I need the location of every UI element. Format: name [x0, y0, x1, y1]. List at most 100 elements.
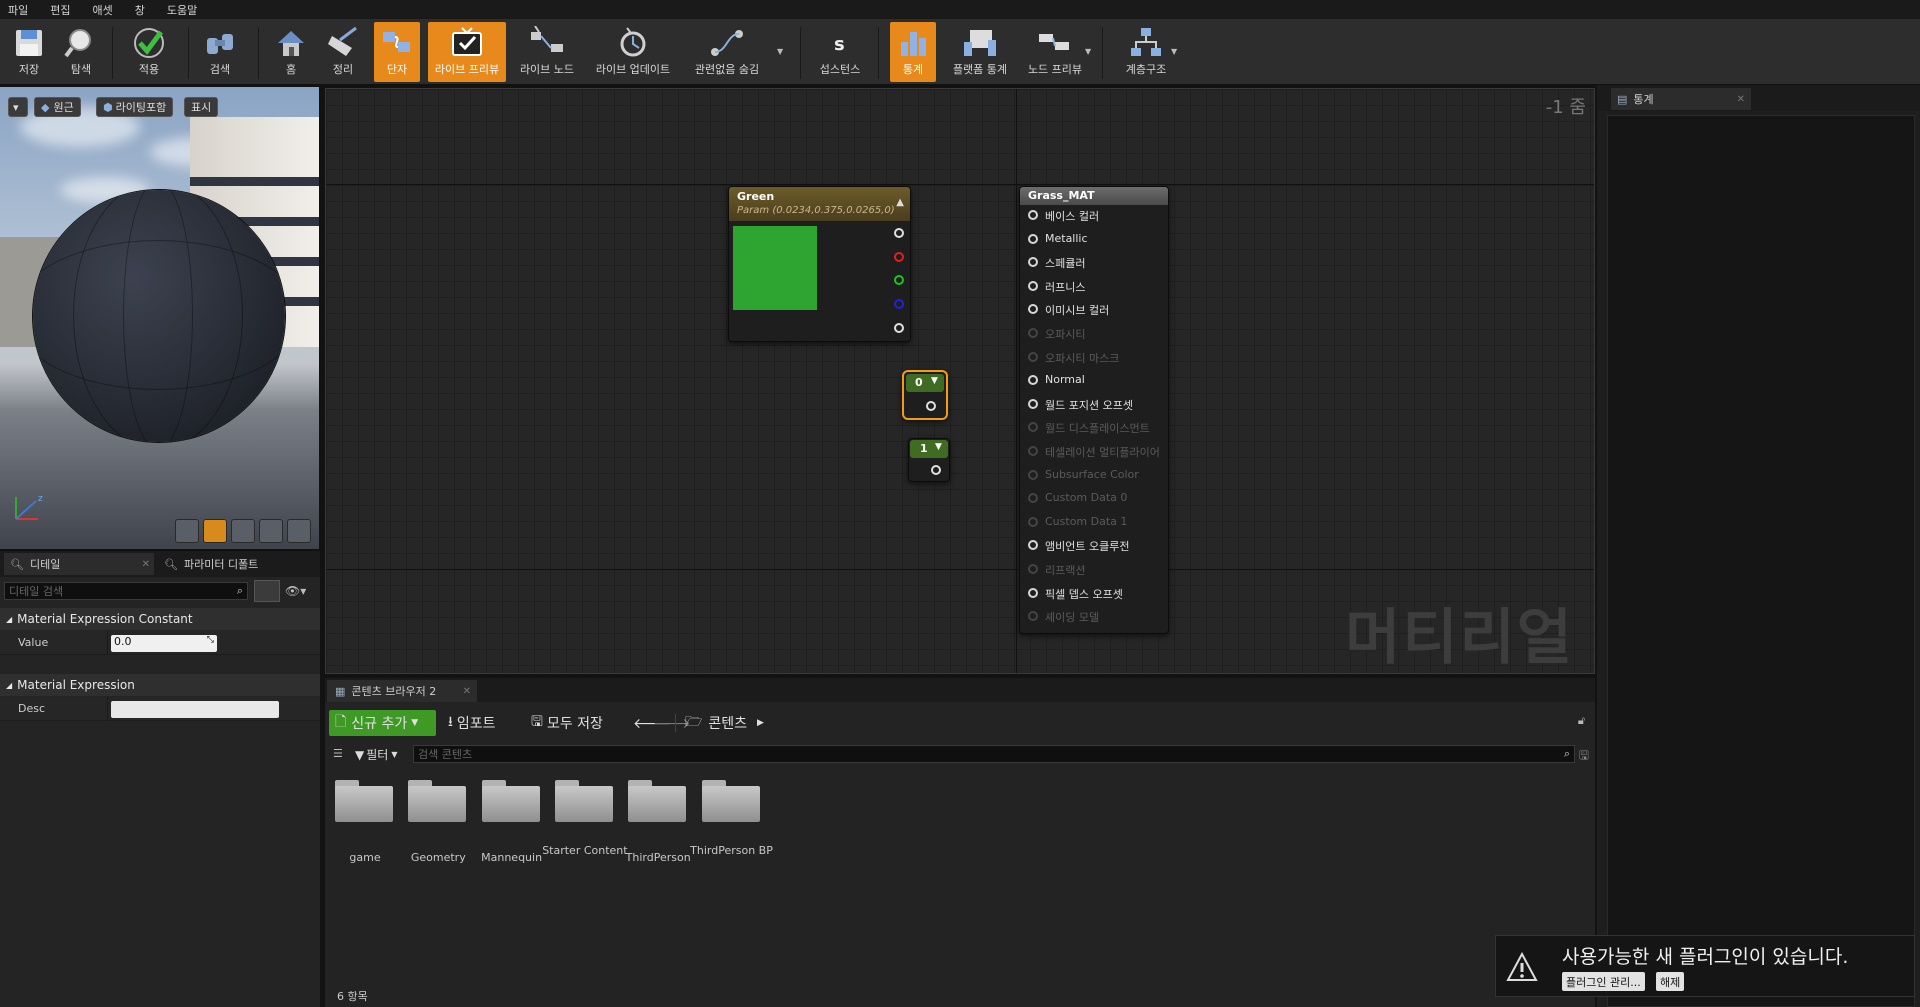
input-pin[interactable]: [1028, 351, 1038, 362]
clean-button[interactable]: 정리: [320, 22, 366, 82]
input-pin[interactable]: [1028, 233, 1038, 244]
live-update-button[interactable]: 라이브 업데이트: [590, 22, 676, 82]
folder-item[interactable]: [408, 780, 468, 824]
viewport-options-button[interactable]: ▾: [8, 97, 28, 117]
grass-mat-result-node[interactable]: Grass_MAT 베이스 컬러 Metallic 스페큘러 러프니스 이미시브 컬러 오…: [1019, 186, 1169, 634]
lock-icon[interactable]: 🔓︎: [1578, 714, 1585, 728]
tab-parameter-defaults[interactable]: 🔍︎ 파라미터 디폴트: [158, 553, 318, 575]
input-pin[interactable]: [1028, 540, 1038, 551]
folder-item[interactable]: [554, 780, 615, 824]
details-search-input[interactable]: 디테일 검색 ⌕: [4, 582, 248, 600]
hierarchy-dropdown-icon[interactable]: ▼: [1171, 47, 1177, 56]
hierarchy-button[interactable]: 계층구조: [1118, 22, 1174, 82]
sources-toggle-icon[interactable]: ☰: [333, 747, 343, 760]
input-pin[interactable]: [1028, 469, 1038, 480]
input-pin[interactable]: [1028, 210, 1038, 220]
dismiss-button[interactable]: 해제: [1656, 972, 1685, 991]
save-search-icon[interactable]: 🖫: [1579, 746, 1589, 767]
more-dropdown-icon[interactable]: ▼: [777, 47, 783, 56]
category-material-expression[interactable]: ◢ Material Expression: [0, 674, 320, 696]
save-all-button[interactable]: 🖫 모두 저장: [531, 710, 603, 736]
collapse-arrow-icon[interactable]: ▼: [931, 376, 938, 386]
output-pin[interactable]: [931, 465, 941, 475]
output-pin[interactable]: [926, 401, 936, 411]
folder-item[interactable]: [335, 780, 395, 824]
save-button[interactable]: 저장: [6, 22, 52, 82]
material-preview-viewport[interactable]: ▾ ◆ 원근 ⬢ 라이팅포함 표시 z: [0, 87, 319, 549]
input-pin[interactable]: [1028, 398, 1038, 409]
home-button[interactable]: 홈: [268, 22, 314, 82]
close-icon[interactable]: ✕: [142, 559, 150, 570]
folder-item[interactable]: [481, 780, 542, 824]
hide-unrelated-button[interactable]: 관련없음 숨김: [686, 22, 768, 82]
drag-arrows-icon: ⤡: [206, 635, 214, 645]
output-pin-a[interactable]: [894, 323, 904, 333]
preview-plane-button[interactable]: [231, 519, 255, 543]
live-nodes-button[interactable]: 라이브 노드: [512, 22, 582, 82]
constant-1-node[interactable]: 1 ▼: [908, 438, 950, 482]
input-pin[interactable]: [1028, 280, 1038, 291]
path-root-button[interactable]: 🗁 콘텐츠 ▶: [685, 710, 764, 736]
value-input[interactable]: 0.0 ⤡: [111, 635, 217, 652]
substance-button[interactable]: s 섭스턴스: [812, 22, 868, 82]
menu-asset[interactable]: 애셋: [93, 2, 113, 18]
input-pin[interactable]: [1028, 257, 1038, 268]
input-pin[interactable]: [1028, 493, 1038, 504]
green-vector-param-node[interactable]: Green Param (0.0234,0.375,0.0265,0) ▲: [728, 186, 911, 342]
eye-icon[interactable]: 👁︎▾: [285, 584, 306, 598]
folder-item[interactable]: [628, 780, 688, 824]
preview-cylinder-button[interactable]: [175, 519, 199, 543]
node-preview-button[interactable]: 노드 프리뷰: [1022, 22, 1088, 82]
tab-details[interactable]: 🔍︎ 디테일 ✕: [4, 553, 154, 575]
material-graph-canvas[interactable]: -1 줌 머티리얼 Green Param (0.0234,0.375,0.02…: [325, 88, 1595, 674]
output-pin-b[interactable]: [894, 299, 904, 309]
input-pin[interactable]: [1028, 611, 1038, 622]
apply-button[interactable]: 적용: [126, 22, 172, 82]
platform-stats-button[interactable]: 플랫폼 통계: [944, 22, 1016, 82]
input-pin[interactable]: [1028, 446, 1038, 456]
output-pin-rgb[interactable]: [894, 228, 904, 238]
category-material-expression-constant[interactable]: ◢ Material Expression Constant: [0, 608, 320, 630]
live-preview-button[interactable]: 라이브 프리뷰: [428, 22, 506, 82]
close-icon[interactable]: ✕: [1737, 94, 1745, 105]
preview-mesh-button[interactable]: [287, 519, 311, 543]
menu-help[interactable]: 도움말: [167, 2, 197, 18]
constant-0-node[interactable]: 0 ▼: [902, 370, 948, 420]
menu-file[interactable]: 파일: [8, 2, 28, 18]
input-pin[interactable]: [1028, 328, 1038, 338]
manage-plugins-button[interactable]: 플러그인 관리...: [1562, 972, 1645, 991]
close-icon[interactable]: ✕: [463, 686, 471, 697]
input-pin[interactable]: [1028, 564, 1038, 574]
menu-edit[interactable]: 편집: [50, 2, 70, 18]
grid-view-icon[interactable]: [254, 580, 280, 602]
desc-input[interactable]: [111, 701, 279, 718]
input-pin[interactable]: [1028, 587, 1038, 598]
add-new-button[interactable]: 🗋 신규 추가 ▼: [329, 710, 436, 736]
search-button[interactable]: 검색: [197, 22, 243, 82]
preview-cube-button[interactable]: [259, 519, 283, 543]
browse-button[interactable]: 탐색: [58, 22, 104, 82]
tab-content-browser[interactable]: ▦ 콘텐츠 브라우저 2 ✕: [327, 680, 477, 702]
input-pin[interactable]: [1028, 422, 1038, 433]
collapse-arrow-icon[interactable]: ▲: [896, 197, 904, 208]
output-pin-g[interactable]: [894, 275, 904, 285]
preview-sphere-button[interactable]: [203, 519, 227, 543]
perspective-button[interactable]: ◆ 원근: [34, 97, 81, 117]
folder-item[interactable]: [701, 780, 762, 824]
content-search-input[interactable]: 검색 콘텐츠 ⌕: [413, 745, 1575, 763]
collapse-arrow-icon[interactable]: ▼: [935, 442, 942, 452]
filter-button[interactable]: ▼ 필터 ▼: [355, 746, 397, 763]
material-input-label: 앰비언트 오클루전: [1045, 540, 1130, 554]
show-button[interactable]: 표시: [184, 97, 219, 117]
menu-window[interactable]: 창: [135, 2, 145, 18]
input-pin[interactable]: [1028, 304, 1038, 315]
import-button[interactable]: ⭳ 임포트: [448, 710, 496, 736]
lit-mode-button[interactable]: ⬢ 라이팅포함: [96, 97, 174, 117]
node-preview-dropdown-icon[interactable]: ▼: [1085, 47, 1091, 56]
stats-button[interactable]: 통계: [890, 22, 936, 82]
connectors-button[interactable]: 단자: [374, 22, 420, 82]
input-pin[interactable]: [1028, 375, 1038, 386]
tab-stats[interactable]: ▤ 통계 ✕: [1611, 88, 1751, 110]
input-pin[interactable]: [1028, 516, 1038, 527]
output-pin-r[interactable]: [894, 252, 904, 262]
